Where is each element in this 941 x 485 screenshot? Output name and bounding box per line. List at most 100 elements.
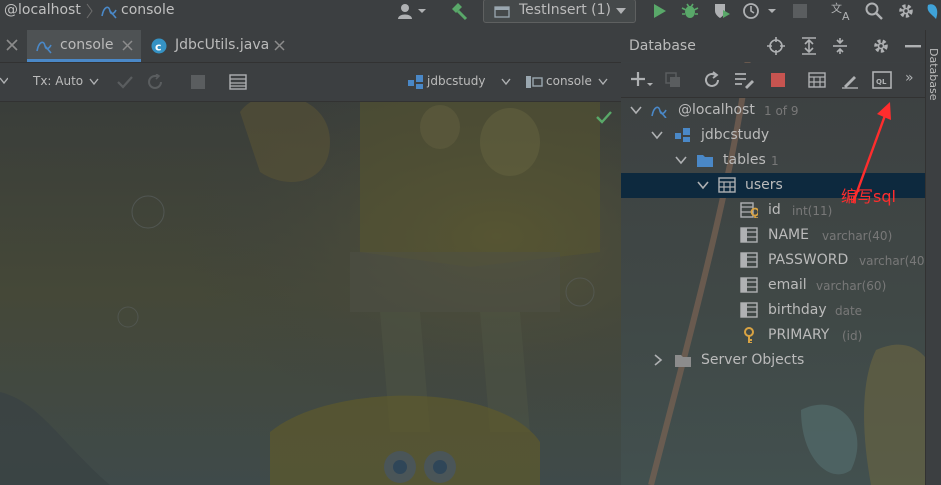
chevron-down-icon — [616, 8, 626, 16]
column-icon — [740, 277, 758, 293]
chevron-down-icon — [501, 78, 511, 86]
transaction-mode-select[interactable]: Tx: Auto — [31, 63, 103, 101]
more-chevrons-icon[interactable]: » — [905, 70, 914, 86]
tree-node-column[interactable]: birthday date — [621, 298, 941, 323]
run-icon[interactable] — [648, 0, 670, 22]
svg-text:QL: QL — [876, 78, 887, 86]
run-configuration-select[interactable]: TestInsert (1) — [483, 0, 636, 23]
sql-editor[interactable] — [0, 102, 621, 485]
column-name: birthday — [768, 302, 827, 318]
rollback-icon[interactable] — [147, 74, 165, 90]
commit-check-icon[interactable] — [116, 74, 134, 90]
settings-gear-icon[interactable] — [895, 0, 917, 22]
schema-icon — [407, 74, 425, 90]
expanded-arrow-icon[interactable] — [675, 154, 687, 166]
navigation-bar: @localhost console TestInsert (1) 文A — [0, 0, 941, 23]
close-tab-icon[interactable] — [122, 40, 133, 51]
column-icon — [740, 302, 758, 318]
tree-node-column[interactable]: email varchar(60) — [621, 273, 941, 298]
editor-tab-bar: console c JdbcUtils.java — [0, 30, 621, 63]
column-type: int(11) — [792, 204, 833, 218]
debug-bug-icon[interactable] — [679, 0, 701, 22]
column-type: varchar(60) — [816, 279, 887, 293]
annotation-text: 编写sql — [841, 187, 896, 206]
stop-icon[interactable] — [191, 75, 205, 89]
session-label: console — [546, 74, 592, 88]
chevron-down-icon — [89, 78, 99, 86]
database-panel-title: Database — [629, 38, 696, 54]
key-icon — [744, 327, 754, 343]
table-label: users — [745, 177, 783, 193]
search-icon[interactable] — [863, 0, 885, 22]
column-name: PASSWORD — [768, 252, 849, 268]
column-name: id — [768, 202, 781, 218]
expanded-arrow-icon[interactable] — [697, 179, 709, 191]
translate-icon[interactable]: 文A — [831, 0, 853, 22]
column-icon — [740, 227, 758, 243]
column-icon — [740, 252, 758, 268]
close-tab-icon[interactable] — [274, 40, 285, 51]
column-name: NAME — [768, 227, 809, 243]
hide-panel-minus-icon[interactable] — [905, 45, 921, 48]
tree-node-column[interactable]: NAME varchar(40) — [621, 223, 941, 248]
session-icon — [525, 75, 543, 89]
profile-icon[interactable] — [741, 0, 777, 22]
stop-icon[interactable] — [789, 0, 811, 22]
database-tool-window: Database QL » @localhost 1 of 9 jdbcstud… — [621, 30, 941, 485]
svg-text:文: 文 — [831, 1, 842, 15]
chevron-down-icon[interactable] — [0, 76, 8, 86]
tree-node-column[interactable]: PASSWORD varchar(40) — [621, 248, 941, 273]
server-objects-label: Server Objects — [701, 352, 805, 368]
folder-icon — [675, 355, 691, 367]
column-name: email — [768, 277, 807, 293]
tool-window-strip: Database — [925, 30, 941, 485]
run-config-label: TestInsert (1) — [519, 2, 612, 18]
breadcrumb-console[interactable]: console — [121, 2, 175, 18]
database-tool-window-button[interactable]: Database — [927, 48, 940, 101]
tables-count-label: 1 — [771, 154, 779, 168]
schema-select[interactable]: jdbcstudy — [405, 63, 511, 101]
console-icon — [100, 2, 118, 20]
breadcrumb-host[interactable]: @localhost — [4, 2, 81, 18]
refresh-icon[interactable] — [703, 71, 721, 89]
primary-key-label: PRIMARY — [768, 327, 830, 343]
inspection-ok-check-icon[interactable] — [596, 110, 612, 124]
table-view-icon[interactable] — [808, 72, 826, 88]
svg-text:A: A — [842, 10, 850, 21]
schema-label: jdbcstudy — [427, 74, 486, 88]
tab-console[interactable]: console — [27, 30, 141, 62]
run-config-icon — [494, 4, 510, 20]
column-type: date — [835, 304, 863, 318]
transaction-mode-label: Tx: Auto — [33, 74, 84, 88]
sql-console-ql-icon[interactable]: QL — [872, 71, 892, 89]
results-table-icon[interactable] — [229, 74, 247, 90]
expand-all-icon[interactable] — [800, 37, 818, 55]
tables-folder-label: tables — [723, 152, 766, 168]
collapse-all-icon[interactable] — [831, 37, 849, 55]
edit-pencil-icon[interactable] — [841, 71, 859, 89]
close-icon[interactable] — [6, 39, 18, 51]
breadcrumb-separator-icon — [86, 3, 94, 19]
tab-jdbcutils-label: JdbcUtils.java — [175, 37, 270, 53]
tree-node-primary-key[interactable]: PRIMARY (id) — [621, 323, 941, 348]
expanded-arrow-icon[interactable] — [651, 129, 663, 141]
duplicate-icon[interactable] — [665, 72, 681, 88]
schema-properties-icon[interactable] — [734, 71, 754, 89]
collapsed-arrow-icon[interactable] — [652, 354, 664, 366]
locate-target-icon[interactable] — [767, 37, 785, 55]
database-panel-header: Database — [621, 30, 941, 62]
tab-jdbcutils-java[interactable]: c JdbcUtils.java — [143, 30, 293, 62]
stop-icon[interactable] — [771, 73, 785, 87]
account-icon[interactable] — [394, 0, 428, 22]
settings-gear-icon[interactable] — [872, 37, 890, 55]
expanded-arrow-icon[interactable] — [630, 104, 642, 116]
tree-node-server-objects[interactable]: Server Objects — [621, 348, 941, 373]
build-hammer-icon[interactable] — [448, 0, 470, 22]
add-plus-icon[interactable] — [631, 71, 653, 89]
schema-label: jdbcstudy — [701, 127, 770, 143]
app-logo-icon[interactable] — [925, 0, 941, 22]
session-select[interactable]: console — [523, 63, 613, 101]
run-with-coverage-icon[interactable] — [711, 0, 733, 22]
editor-toolbar: Tx: Auto jdbcstudy console — [0, 63, 621, 102]
database-toolbar: QL » — [621, 63, 941, 98]
